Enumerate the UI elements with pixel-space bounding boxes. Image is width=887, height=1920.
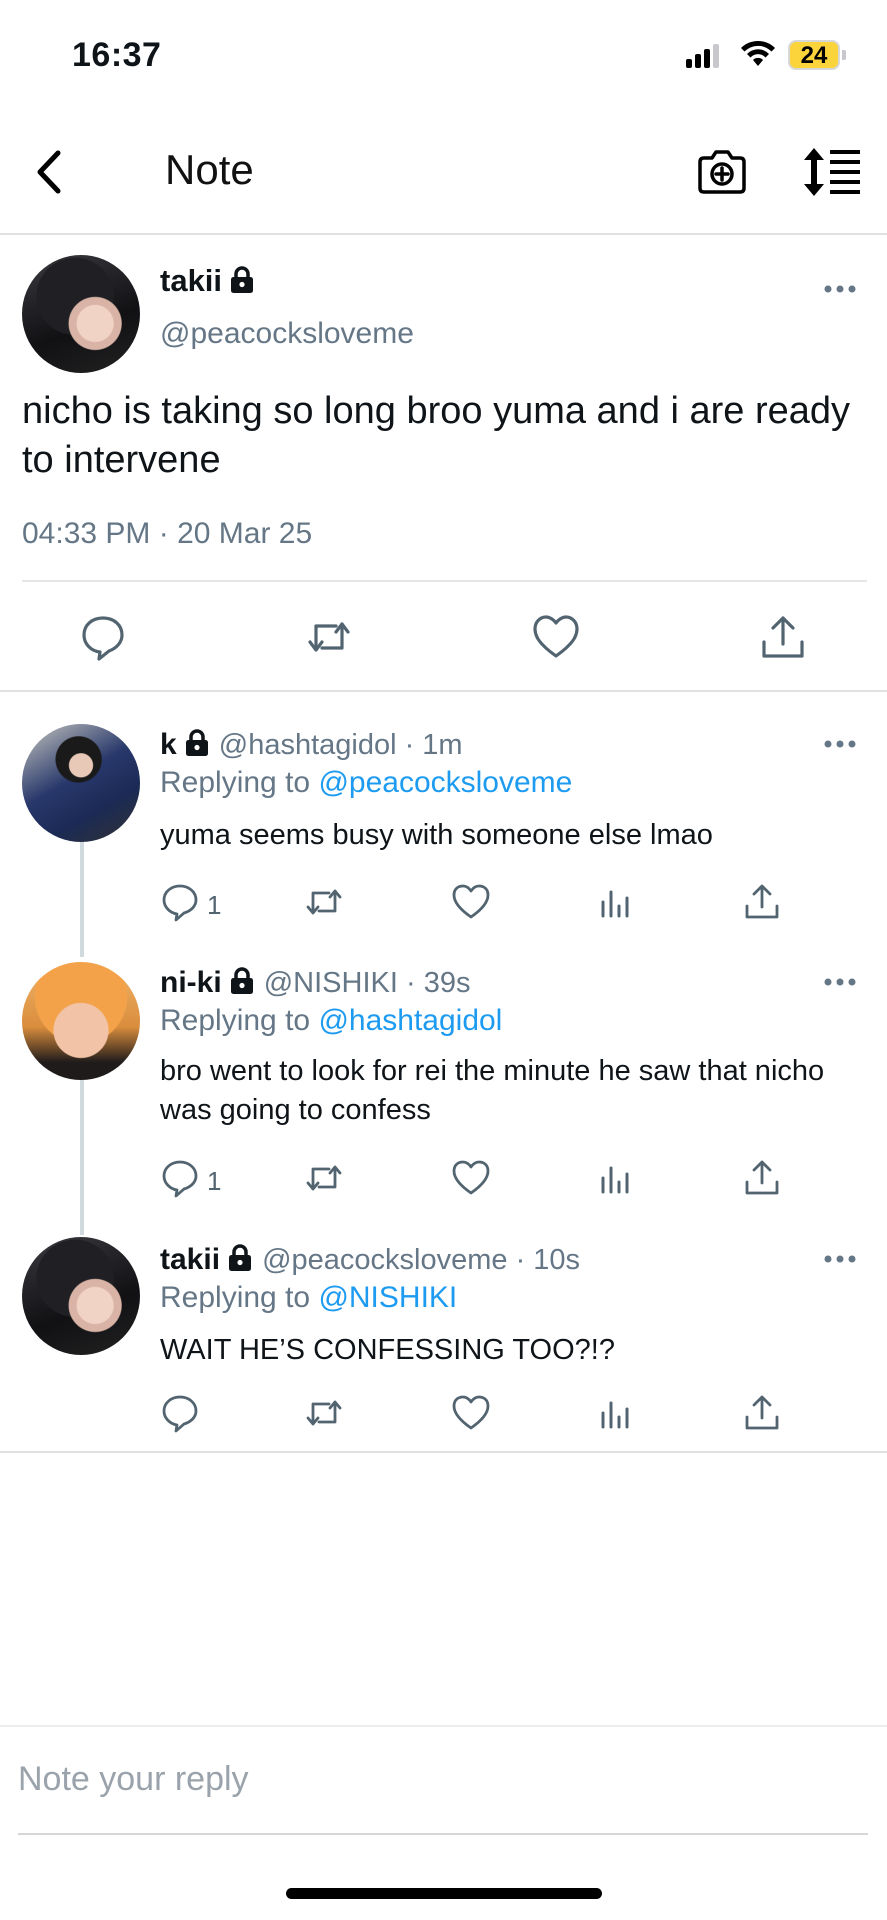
reply-count: 1 (207, 1166, 222, 1196)
reply-input[interactable] (18, 1752, 868, 1806)
status-bar: 16:37 24 (0, 0, 887, 110)
battery-level: 24 (800, 42, 828, 69)
like-icon[interactable] (531, 612, 581, 662)
note-actions (0, 612, 887, 672)
section-divider (0, 690, 887, 692)
avatar[interactable] (22, 724, 140, 842)
chevron-left-icon[interactable] (30, 145, 70, 199)
lock-icon (230, 967, 253, 994)
home-indicator[interactable] (286, 1888, 602, 1899)
views-icon[interactable] (597, 882, 637, 922)
share-icon[interactable] (742, 882, 782, 922)
camera-plus-icon[interactable] (696, 148, 748, 196)
reply-icon[interactable] (160, 1393, 200, 1433)
wifi-icon (741, 40, 775, 66)
mention-link[interactable]: @hashtagidol (318, 1004, 502, 1037)
reply-item[interactable]: takii @peacocksloveme · 10s Replying to … (0, 1235, 887, 1450)
reply-icon[interactable] (160, 1158, 200, 1198)
status-time: 16:37 (72, 36, 162, 74)
handle-and-time: @peacocksloveme · 10s (262, 1244, 581, 1276)
replying-label: Replying to (160, 1004, 319, 1037)
handle-and-time: @hashtagidol · 1m (218, 729, 463, 761)
author-handle[interactable]: @peacocksloveme (160, 317, 414, 351)
reply-icon[interactable] (160, 882, 200, 922)
replying-to: Replying to @hashtagidol (160, 1004, 502, 1038)
author-name[interactable]: k (160, 728, 177, 761)
battery-indicator: 24 (788, 40, 840, 70)
reply-item[interactable]: ni-ki @NISHIKI · 39s Replying to @hashta… (0, 958, 887, 1233)
views-icon[interactable] (597, 1158, 637, 1198)
more-options-icon[interactable] (823, 738, 857, 750)
reply-text: yuma seems busy with someone else lmao (160, 819, 713, 851)
more-options-icon[interactable] (823, 283, 857, 295)
replying-label: Replying to (160, 1281, 319, 1314)
reply-header: takii @peacocksloveme · 10s (160, 1243, 580, 1277)
share-icon[interactable] (742, 1393, 782, 1433)
like-icon[interactable] (451, 1393, 491, 1433)
reply-icon[interactable] (78, 612, 128, 662)
replying-label: Replying to (160, 766, 319, 799)
reply-count: 1 (207, 890, 222, 920)
avatar[interactable] (22, 962, 140, 1080)
lock-icon (231, 266, 254, 293)
reply-text: bro went to look for rei the minute he s… (160, 1055, 825, 1126)
handle-and-time: @NISHIKI · 39s (263, 967, 471, 999)
lock-icon (229, 1244, 252, 1271)
more-options-icon[interactable] (823, 1253, 857, 1265)
author-name-text: takii (160, 263, 223, 298)
main-note: takii @peacocksloveme nicho is taking so… (0, 237, 887, 692)
reply-text: WAIT HE’S CONFESSING TOO?!? (160, 1334, 615, 1366)
note-text: nicho is taking so long broo yuma and i … (22, 390, 851, 481)
compose-underline (18, 1833, 868, 1835)
reply-actions: 1 (0, 882, 887, 926)
reply-actions (0, 1393, 887, 1437)
repost-icon[interactable] (304, 1158, 344, 1198)
divider (22, 580, 867, 582)
views-icon[interactable] (597, 1393, 637, 1433)
top-navigation-bar: Note (0, 110, 887, 235)
reply-header: ni-ki @NISHIKI · 39s (160, 966, 470, 1000)
avatar[interactable] (22, 255, 140, 373)
replying-to: Replying to @peacocksloveme (160, 766, 572, 800)
avatar[interactable] (22, 1237, 140, 1355)
reply-item[interactable]: k @hashtagidol · 1m Replying to @peacock… (0, 720, 887, 935)
share-icon[interactable] (758, 612, 808, 662)
repost-icon[interactable] (304, 1393, 344, 1433)
repost-icon[interactable] (304, 612, 354, 662)
author-name[interactable]: takii (160, 1243, 220, 1276)
note-timestamp: 04:33 PM · 20 Mar 25 (22, 517, 313, 550)
section-divider (0, 1451, 887, 1453)
like-icon[interactable] (451, 882, 491, 922)
author-name[interactable]: ni-ki (160, 966, 222, 999)
like-icon[interactable] (451, 1158, 491, 1198)
repost-icon[interactable] (304, 882, 344, 922)
battery-cap (842, 50, 846, 60)
sort-list-icon[interactable] (800, 146, 862, 198)
replying-to: Replying to @NISHIKI (160, 1281, 457, 1315)
compose-divider (0, 1725, 887, 1727)
lock-icon (185, 729, 208, 756)
mention-link[interactable]: @peacocksloveme (318, 766, 572, 799)
cellular-signal-icon (686, 42, 724, 68)
more-options-icon[interactable] (823, 976, 857, 988)
reply-actions: 1 (0, 1158, 887, 1202)
mention-link[interactable]: @NISHIKI (318, 1281, 457, 1314)
share-icon[interactable] (742, 1158, 782, 1198)
author-name[interactable]: takii (160, 263, 256, 299)
page-title: Note (165, 146, 254, 193)
reply-header: k @hashtagidol · 1m (160, 728, 463, 762)
